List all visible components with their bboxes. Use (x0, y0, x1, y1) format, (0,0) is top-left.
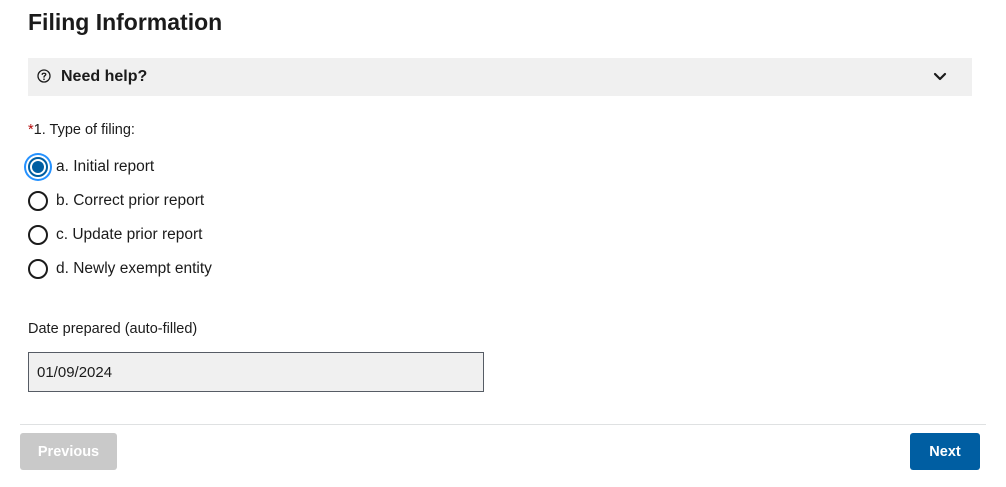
date-prepared-label: Date prepared (auto-filled) (28, 321, 198, 337)
divider (20, 424, 986, 425)
radio-option-correct-prior-report[interactable]: b. Correct prior report (28, 188, 204, 214)
need-help-label: Need help? (61, 68, 148, 85)
radio-label: d. Newly exempt entity (56, 260, 212, 277)
radio-button[interactable] (28, 225, 48, 245)
next-button[interactable]: Next (910, 433, 980, 470)
page-title: Filing Information (28, 9, 223, 35)
need-help-accordion[interactable]: Need help? (28, 58, 972, 96)
radio-label: b. Correct prior report (56, 192, 205, 209)
previous-button[interactable]: Previous (20, 433, 117, 470)
radio-option-initial-report[interactable]: a. Initial report (28, 154, 154, 180)
radio-label: a. Initial report (56, 158, 155, 175)
radio-button[interactable] (28, 259, 48, 279)
radio-button[interactable] (28, 191, 48, 211)
radio-option-update-prior-report[interactable]: c. Update prior report (28, 222, 202, 248)
filing-type-label: 1. Type of filing: (33, 122, 135, 138)
filing-type-question: *1. Type of filing: (28, 122, 135, 138)
radio-button-checked[interactable] (28, 157, 48, 177)
chevron-down-icon[interactable] (933, 72, 947, 82)
date-prepared-field[interactable] (28, 352, 484, 392)
question-circle-icon (37, 69, 51, 83)
radio-label: c. Update prior report (56, 226, 203, 243)
radio-option-newly-exempt-entity[interactable]: d. Newly exempt entity (28, 256, 212, 282)
